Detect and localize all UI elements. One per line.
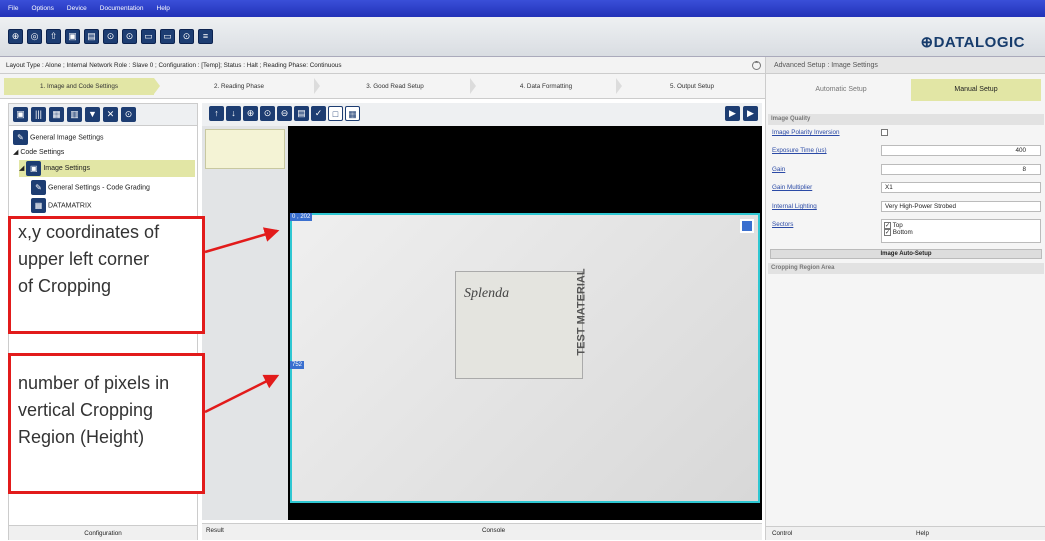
monitor-icon[interactable]: ◎ [27, 29, 42, 44]
tab-console[interactable]: Console [482, 527, 505, 534]
sector-bottom[interactable]: ✓ Bottom [884, 229, 1038, 236]
save-icon[interactable]: ▭ [160, 29, 175, 44]
tab-control[interactable]: Control [772, 530, 792, 537]
lighting-label: Internal Lighting [772, 203, 817, 210]
postal-icon[interactable]: ▥ [67, 107, 82, 122]
gain-input[interactable]: 8 [881, 164, 1041, 175]
datalogic-logo: ⊕DATALOGIC [920, 34, 1025, 51]
search-icon[interactable]: ⊙ [121, 107, 136, 122]
sectors-box: ✓ Top ✓ Bottom [881, 219, 1041, 243]
tab-help[interactable]: Help [916, 530, 929, 537]
menu-device[interactable]: Device [67, 5, 87, 12]
config-toolbar: ▣ ||| ▦ ▥ ▼ ✕ ⊙ [9, 104, 197, 126]
menu-file[interactable]: File [8, 5, 18, 12]
image-icon[interactable]: ▤ [84, 29, 99, 44]
stats-icon[interactable]: ≡ [198, 29, 213, 44]
connect-icon[interactable]: ⊕ [8, 29, 23, 44]
crop-height-label: 752 [290, 361, 305, 369]
panel-title: Advanced Setup : Image Settings [766, 57, 1045, 74]
crop-toggle-icon[interactable] [740, 219, 754, 233]
grid-icon[interactable]: ▦ [345, 106, 360, 121]
config-footer: Configuration [9, 525, 197, 540]
label-vertical: TEST MATERIAL [575, 268, 588, 356]
label-brand: Splenda [464, 286, 510, 301]
upload-icon[interactable]: ⇧ [46, 29, 61, 44]
step-data-formatting[interactable]: 4. Data Formatting [476, 78, 616, 95]
grab-icon[interactable]: ▭ [141, 29, 156, 44]
product-label: Splenda TEST MATERIAL [455, 268, 588, 379]
viewer-toolbar: ↑ ↓ ⊕ ⊙ ⊖ ▤ ✓ □ ▦ ▶ ▶ [202, 103, 762, 126]
step-image-code[interactable]: 1. Image and Code Settings [4, 78, 154, 95]
image-viewer: ↑ ↓ ⊕ ⊙ ⊖ ▤ ✓ □ ▦ ▶ ▶ 0 , 202 752 Splend… [202, 103, 762, 540]
chevron-right-icon [154, 78, 160, 94]
filter-icon[interactable]: ▼ [85, 107, 100, 122]
thumbnail[interactable] [205, 129, 285, 169]
annotation-height: number of pixels in vertical Cropping Re… [8, 353, 205, 494]
polarity-label: Image Polarity Inversion [772, 129, 840, 136]
menu-documentation[interactable]: Documentation [100, 5, 144, 12]
image-area: 0 , 202 752 Splenda TEST MATERIAL [288, 126, 762, 520]
check-icon[interactable]: ✓ [311, 106, 326, 121]
tree-code-grading[interactable]: ✎ General Settings - Code Grading [31, 180, 150, 195]
automatic-setup-tab[interactable]: Automatic Setup [776, 79, 906, 101]
panel-footer: Control Help [766, 526, 1045, 540]
zoom-in-icon[interactable]: ⊕ [243, 106, 258, 121]
section-cropping[interactable]: Cropping Region Area [768, 263, 1044, 274]
menu-help[interactable]: Help [157, 5, 170, 12]
exposure-label: Exposure Time (us) [772, 147, 827, 154]
menu-bar: File Options Device Documentation Help [0, 0, 1045, 17]
image-settings-icon: ▣ [26, 160, 42, 176]
datamatrix-icon: ▦ [31, 198, 46, 213]
crop-icon[interactable]: □ [328, 106, 343, 121]
exposure-input[interactable]: 400 [881, 145, 1041, 156]
tree-general-image[interactable]: ✎ General Image Settings [13, 130, 104, 145]
save-image-icon[interactable]: ▤ [294, 106, 309, 121]
advanced-setup-panel: Advanced Setup : Image Settings Automati… [765, 57, 1045, 540]
play-icon[interactable]: ▶ [725, 106, 740, 121]
tree-datamatrix[interactable]: ▦ DATAMATRIX [31, 198, 92, 213]
annotation-coordinates: x,y coordinates of upper left corner of … [8, 216, 205, 334]
lighting-select[interactable]: Very High-Power Strobed [881, 201, 1041, 212]
polarity-checkbox[interactable] [881, 129, 888, 136]
qr-icon[interactable]: ▦ [49, 107, 64, 122]
collapse-icon[interactable]: ⌃ [752, 61, 761, 70]
sectors-label: Sectors [772, 221, 794, 228]
crop-coord-label: 0 , 202 [290, 213, 313, 221]
step-icon[interactable]: ▶ [743, 106, 758, 121]
zoom-icon[interactable]: ⊙ [103, 29, 118, 44]
manual-setup-tab[interactable]: Manual Setup [911, 79, 1041, 101]
search-icon[interactable]: ⊙ [179, 29, 194, 44]
wizard-steps: 1. Image and Code Settings 2. Reading Ph… [0, 74, 765, 99]
config-icon[interactable]: ▣ [65, 29, 80, 44]
section-image-quality[interactable]: Image Quality [768, 114, 1044, 125]
tree-code-settings[interactable]: ◢ Code Settings [13, 146, 64, 160]
tree-image-settings[interactable]: ◢ ▣ Image Settings [19, 160, 195, 177]
wrench-icon: ✎ [13, 130, 28, 145]
viewer-footer: Result Console [202, 523, 762, 540]
prev-icon[interactable]: ↑ [209, 106, 224, 121]
step-good-read[interactable]: 3. Good Read Setup [320, 78, 470, 95]
wrench-icon: ✎ [31, 180, 46, 195]
zoom-out-icon[interactable]: ⊖ [277, 106, 292, 121]
gain-multiplier-label: Gain Multiplier [772, 184, 813, 191]
menu-options[interactable]: Options [31, 5, 53, 12]
barcode-icon[interactable]: ||| [31, 107, 46, 122]
image-settings-icon[interactable]: ▣ [13, 107, 28, 122]
main-toolbar: ⊕ ◎ ⇧ ▣ ▤ ⊙ ⊙ ▭ ▭ ⊙ ≡ ⊕DATALOGIC [0, 17, 1045, 57]
gain-multiplier-select[interactable]: X1 [881, 182, 1041, 193]
status-bar: Layout Type : Alone ; Internal Network R… [0, 57, 765, 74]
zoom-fit-icon[interactable]: ⊙ [260, 106, 275, 121]
next-icon[interactable]: ↓ [226, 106, 241, 121]
thumbnail-strip [202, 126, 288, 520]
cropping-region[interactable]: 0 , 202 752 Splenda TEST MATERIAL [290, 213, 760, 503]
zoom2-icon[interactable]: ⊙ [122, 29, 137, 44]
sector-top[interactable]: ✓ Top [884, 222, 1038, 229]
delete-icon[interactable]: ✕ [103, 107, 118, 122]
image-auto-setup-button[interactable]: Image Auto-Setup [770, 249, 1042, 259]
step-reading-phase[interactable]: 2. Reading Phase [164, 78, 314, 95]
tab-result[interactable]: Result [206, 527, 224, 534]
step-output-setup[interactable]: 5. Output Setup [622, 78, 762, 95]
gain-label: Gain [772, 166, 786, 173]
